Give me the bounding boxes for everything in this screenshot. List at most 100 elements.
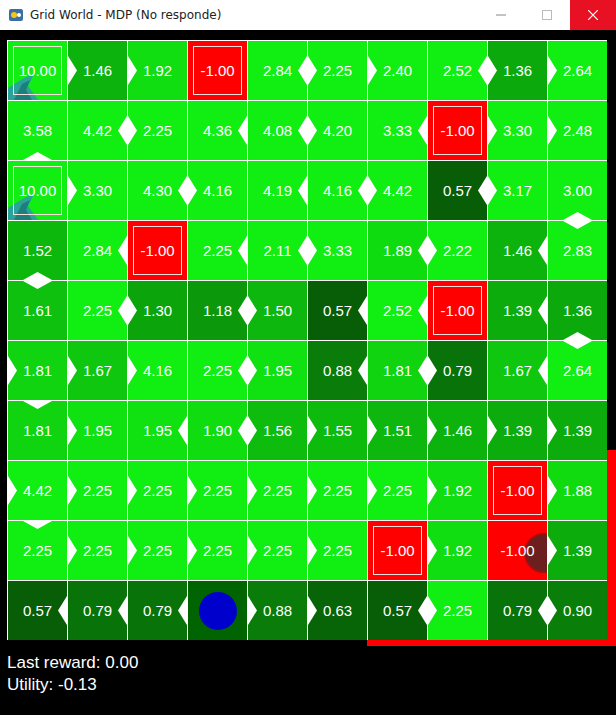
grid-cell[interactable]: 2.25 (128, 101, 187, 160)
grid-cell[interactable]: 1.88 (548, 461, 607, 520)
grid-cell[interactable]: 4.19 (248, 161, 307, 220)
grid-cell[interactable]: 2.25 (308, 41, 367, 100)
grid-cell[interactable]: 1.52 (8, 221, 67, 280)
grid-cell[interactable]: 1.39 (548, 401, 607, 460)
grid-cell[interactable]: -1.00 (428, 101, 487, 160)
grid-cell[interactable]: 3.30 (488, 101, 547, 160)
grid-cell[interactable]: 3.00 (548, 161, 607, 220)
grid-cell[interactable]: 1.81 (368, 341, 427, 400)
grid-cell[interactable]: 2.48 (548, 101, 607, 160)
grid-cell[interactable]: 4.08 (248, 101, 307, 160)
grid-cell[interactable]: 2.25 (308, 521, 367, 580)
grid-cell[interactable]: 0.79 (428, 341, 487, 400)
grid-cell[interactable]: -1.00 (368, 521, 427, 580)
grid-cell[interactable]: 2.52 (368, 281, 427, 340)
grid-cell[interactable]: 4.16 (308, 161, 367, 220)
minimize-button[interactable] (478, 0, 524, 30)
grid-cell[interactable]: 2.25 (188, 461, 247, 520)
grid-cell[interactable]: -1.00 (428, 281, 487, 340)
grid-cell[interactable]: 2.25 (68, 461, 127, 520)
grid-cell[interactable]: 0.79 (68, 581, 127, 640)
grid-cell[interactable]: 2.25 (68, 281, 127, 340)
grid-cell[interactable]: 2.64 (548, 341, 607, 400)
grid-cell[interactable]: 1.92 (128, 41, 187, 100)
grid-cell[interactable]: 1.36 (548, 281, 607, 340)
grid-cell[interactable]: 1.95 (248, 341, 307, 400)
grid-cell[interactable]: 4.20 (308, 101, 367, 160)
grid-cell[interactable]: 1.67 (68, 341, 127, 400)
grid-cell[interactable]: 1.50 (248, 281, 307, 340)
grid-cell[interactable]: 1.95 (128, 401, 187, 460)
grid-cell[interactable]: 0.90 (548, 581, 607, 640)
grid-cell[interactable]: 2.25 (308, 461, 367, 520)
grid-cell[interactable]: 10.00 (8, 161, 67, 220)
grid-cell[interactable]: 1.92 (428, 461, 487, 520)
grid-cell[interactable] (188, 581, 247, 640)
grid-cell[interactable]: 2.84 (248, 41, 307, 100)
grid-cell[interactable]: 0.57 (8, 581, 67, 640)
grid-cell[interactable]: 4.42 (368, 161, 427, 220)
grid-cell[interactable]: 1.81 (8, 401, 67, 460)
grid-cell[interactable]: 1.95 (68, 401, 127, 460)
grid-cell[interactable]: 1.46 (428, 401, 487, 460)
grid-cell[interactable]: 1.67 (488, 341, 547, 400)
grid-cell[interactable]: 1.61 (8, 281, 67, 340)
grid-cell[interactable]: -1.00 (128, 221, 187, 280)
grid-cell[interactable]: 3.58 (8, 101, 67, 160)
grid-cell[interactable]: 2.25 (248, 521, 307, 580)
grid-cell[interactable]: 2.83 (548, 221, 607, 280)
grid-cell[interactable]: -1.00 (188, 41, 247, 100)
grid-cell[interactable]: 10.00 (8, 41, 67, 100)
grid-cell[interactable]: 2.25 (128, 521, 187, 580)
grid-cell[interactable]: 3.33 (308, 221, 367, 280)
grid-cell[interactable]: 2.52 (428, 41, 487, 100)
grid-cell[interactable]: 1.51 (368, 401, 427, 460)
grid-cell[interactable]: 1.39 (488, 401, 547, 460)
grid-cell[interactable]: 1.46 (68, 41, 127, 100)
grid-cell[interactable]: 2.25 (188, 221, 247, 280)
grid-cell[interactable]: 0.79 (488, 581, 547, 640)
grid-cell[interactable]: 2.25 (68, 521, 127, 580)
grid-cell[interactable]: 4.30 (128, 161, 187, 220)
grid-cell[interactable]: 0.88 (248, 581, 307, 640)
grid-cell[interactable]: 2.11 (248, 221, 307, 280)
grid-cell[interactable]: 1.92 (428, 521, 487, 580)
grid-cell[interactable]: 2.25 (188, 341, 247, 400)
grid-cell[interactable]: 0.57 (368, 581, 427, 640)
grid-cell[interactable]: 0.88 (308, 341, 367, 400)
grid-cell[interactable]: 4.42 (8, 461, 67, 520)
grid-cell[interactable]: 1.90 (188, 401, 247, 460)
grid-cell[interactable]: 2.25 (248, 461, 307, 520)
grid-cell[interactable]: -1.00 (488, 521, 547, 580)
grid-cell[interactable]: 3.17 (488, 161, 547, 220)
grid-cell[interactable]: 1.81 (8, 341, 67, 400)
grid-cell[interactable]: 4.16 (128, 341, 187, 400)
grid-cell[interactable]: 1.55 (308, 401, 367, 460)
grid-cell[interactable]: 3.30 (68, 161, 127, 220)
grid-cell[interactable]: 2.25 (8, 521, 67, 580)
grid-cell[interactable]: 1.89 (368, 221, 427, 280)
grid-cell[interactable]: 0.79 (128, 581, 187, 640)
grid-cell[interactable]: 2.25 (428, 581, 487, 640)
grid-cell[interactable]: 1.36 (488, 41, 547, 100)
grid-cell[interactable]: -1.00 (488, 461, 547, 520)
grid-cell[interactable]: 3.33 (368, 101, 427, 160)
close-button[interactable] (570, 0, 616, 30)
grid-cell[interactable]: 1.56 (248, 401, 307, 460)
grid-cell[interactable]: 2.25 (188, 521, 247, 580)
grid-cell[interactable]: 0.57 (308, 281, 367, 340)
grid-cell[interactable]: 4.42 (68, 101, 127, 160)
grid-cell[interactable]: 2.25 (368, 461, 427, 520)
grid-cell[interactable]: 2.84 (68, 221, 127, 280)
grid-cell[interactable]: 0.57 (428, 161, 487, 220)
grid-cell[interactable]: 1.30 (128, 281, 187, 340)
grid-cell[interactable]: 2.25 (128, 461, 187, 520)
grid-cell[interactable]: 1.39 (548, 521, 607, 580)
grid-cell[interactable]: 1.39 (488, 281, 547, 340)
grid-cell[interactable]: 1.18 (188, 281, 247, 340)
grid-cell[interactable]: 2.64 (548, 41, 607, 100)
grid-cell[interactable]: 2.40 (368, 41, 427, 100)
grid-cell[interactable]: 4.16 (188, 161, 247, 220)
grid-cell[interactable]: 4.36 (188, 101, 247, 160)
maximize-button[interactable] (524, 0, 570, 30)
